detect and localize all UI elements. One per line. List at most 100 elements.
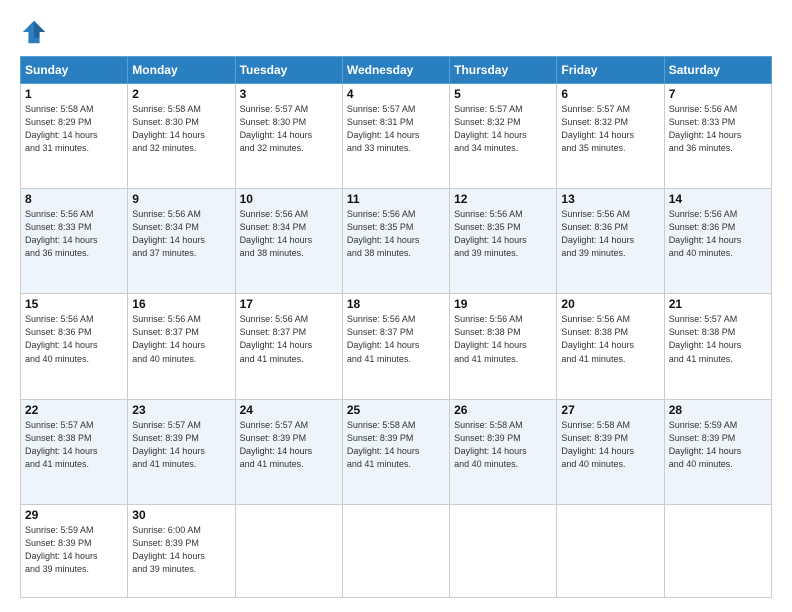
calendar-cell: 23Sunrise: 5:57 AM Sunset: 8:39 PM Dayli… — [128, 399, 235, 504]
day-info: Sunrise: 5:56 AM Sunset: 8:34 PM Dayligh… — [240, 208, 338, 260]
day-number: 16 — [132, 297, 230, 311]
day-info: Sunrise: 5:59 AM Sunset: 8:39 PM Dayligh… — [669, 419, 767, 471]
calendar-cell: 30 Sunrise: 6:00 AM Sunset: 8:39 PM Dayli… — [128, 504, 235, 597]
day-info: Sunrise: 5:57 AM Sunset: 8:39 PM Dayligh… — [132, 419, 230, 471]
day-info: Sunrise: 5:56 AM Sunset: 8:37 PM Dayligh… — [347, 313, 445, 365]
calendar-row-1: 1 Sunrise: 5:58 AM Sunset: 8:29 PM Daylig… — [21, 84, 772, 189]
header-cell-thursday: Thursday — [450, 57, 557, 84]
day-info: Sunrise: 5:56 AM Sunset: 8:38 PM Dayligh… — [561, 313, 659, 365]
calendar-cell: 25 Sunrise: 5:58 AM Sunset: 8:39 PM Dayli… — [342, 399, 449, 504]
day-info: Sunrise: 5:57 AM Sunset: 8:38 PM Dayligh… — [25, 419, 123, 471]
day-number: 2 — [132, 87, 230, 101]
calendar-cell: 3 Sunrise: 5:57 AM Sunset: 8:30 PM Daylig… — [235, 84, 342, 189]
day-info: Sunrise: 5:56 AM Sunset: 8:33 PM Dayligh… — [25, 208, 123, 260]
calendar-cell: 10 Sunrise: 5:56 AM Sunset: 8:34 PM Dayli… — [235, 189, 342, 294]
day-info: Sunrise: 5:56 AM Sunset: 8:33 PM Dayligh… — [669, 103, 767, 155]
day-number: 18 — [347, 297, 445, 311]
day-number: 5 — [454, 87, 552, 101]
day-info: Sunrise: 5:57 AM Sunset: 8:30 PM Dayligh… — [240, 103, 338, 155]
header-cell-tuesday: Tuesday — [235, 57, 342, 84]
calendar-row-2: 8 Sunrise: 5:56 AM Sunset: 8:33 PM Daylig… — [21, 189, 772, 294]
calendar-cell: 24 Sunrise: 5:57 AM Sunset: 8:39 PM Dayli… — [235, 399, 342, 504]
day-info: Sunrise: 5:58 AM Sunset: 8:29 PM Dayligh… — [25, 103, 123, 155]
day-number: 26 — [454, 403, 552, 417]
day-info: Sunrise: 5:56 AM Sunset: 8:36 PM Dayligh… — [25, 313, 123, 365]
calendar-cell — [664, 504, 771, 597]
header-cell-sunday: Sunday — [21, 57, 128, 84]
logo — [20, 18, 52, 46]
calendar-cell: 9Sunrise: 5:56 AM Sunset: 8:34 PM Daylig… — [128, 189, 235, 294]
day-number: 14 — [669, 192, 767, 206]
calendar-cell: 28 Sunrise: 5:59 AM Sunset: 8:39 PM Dayli… — [664, 399, 771, 504]
day-number: 28 — [669, 403, 767, 417]
day-number: 21 — [669, 297, 767, 311]
calendar-cell: 26 Sunrise: 5:58 AM Sunset: 8:39 PM Dayli… — [450, 399, 557, 504]
calendar-cell: 22 Sunrise: 5:57 AM Sunset: 8:38 PM Dayli… — [21, 399, 128, 504]
header-cell-wednesday: Wednesday — [342, 57, 449, 84]
calendar-cell: 5 Sunrise: 5:57 AM Sunset: 8:32 PM Daylig… — [450, 84, 557, 189]
calendar-body: 1 Sunrise: 5:58 AM Sunset: 8:29 PM Daylig… — [21, 84, 772, 598]
day-info: Sunrise: 5:58 AM Sunset: 8:39 PM Dayligh… — [347, 419, 445, 471]
day-info: Sunrise: 5:56 AM Sunset: 8:37 PM Dayligh… — [132, 313, 230, 365]
day-number: 17 — [240, 297, 338, 311]
calendar-cell: 16 Sunrise: 5:56 AM Sunset: 8:37 PM Dayli… — [128, 294, 235, 399]
calendar-cell: 1 Sunrise: 5:58 AM Sunset: 8:29 PM Daylig… — [21, 84, 128, 189]
day-number: 20 — [561, 297, 659, 311]
day-number: 19 — [454, 297, 552, 311]
day-number: 15 — [25, 297, 123, 311]
day-info: Sunrise: 5:57 AM Sunset: 8:32 PM Dayligh… — [561, 103, 659, 155]
day-number: 3 — [240, 87, 338, 101]
calendar-cell: 12 Sunrise: 5:56 AM Sunset: 8:35 PM Dayli… — [450, 189, 557, 294]
day-number: 4 — [347, 87, 445, 101]
calendar-cell — [342, 504, 449, 597]
calendar-cell: 14 Sunrise: 5:56 AM Sunset: 8:36 PM Dayli… — [664, 189, 771, 294]
calendar-row-5: 29Sunrise: 5:59 AM Sunset: 8:39 PM Dayli… — [21, 504, 772, 597]
calendar-cell: 18 Sunrise: 5:56 AM Sunset: 8:37 PM Dayli… — [342, 294, 449, 399]
header-cell-saturday: Saturday — [664, 57, 771, 84]
day-info: Sunrise: 5:56 AM Sunset: 8:36 PM Dayligh… — [561, 208, 659, 260]
header-cell-monday: Monday — [128, 57, 235, 84]
calendar-cell: 11Sunrise: 5:56 AM Sunset: 8:35 PM Dayli… — [342, 189, 449, 294]
calendar-header-row: SundayMondayTuesdayWednesdayThursdayFrid… — [21, 57, 772, 84]
day-info: Sunrise: 5:56 AM Sunset: 8:37 PM Dayligh… — [240, 313, 338, 365]
calendar-cell: 13Sunrise: 5:56 AM Sunset: 8:36 PM Dayli… — [557, 189, 664, 294]
day-number: 12 — [454, 192, 552, 206]
day-number: 9 — [132, 192, 230, 206]
day-number: 10 — [240, 192, 338, 206]
day-info: Sunrise: 5:57 AM Sunset: 8:31 PM Dayligh… — [347, 103, 445, 155]
day-number: 24 — [240, 403, 338, 417]
calendar-cell: 15 Sunrise: 5:56 AM Sunset: 8:36 PM Dayli… — [21, 294, 128, 399]
calendar-cell — [557, 504, 664, 597]
day-number: 22 — [25, 403, 123, 417]
day-info: Sunrise: 5:57 AM Sunset: 8:39 PM Dayligh… — [240, 419, 338, 471]
day-info: Sunrise: 5:57 AM Sunset: 8:32 PM Dayligh… — [454, 103, 552, 155]
day-info: Sunrise: 5:56 AM Sunset: 8:35 PM Dayligh… — [454, 208, 552, 260]
calendar-cell: 8 Sunrise: 5:56 AM Sunset: 8:33 PM Daylig… — [21, 189, 128, 294]
day-info: Sunrise: 5:56 AM Sunset: 8:35 PM Dayligh… — [347, 208, 445, 260]
calendar-row-4: 22 Sunrise: 5:57 AM Sunset: 8:38 PM Dayli… — [21, 399, 772, 504]
day-number: 1 — [25, 87, 123, 101]
calendar-row-3: 15 Sunrise: 5:56 AM Sunset: 8:36 PM Dayli… — [21, 294, 772, 399]
header-cell-friday: Friday — [557, 57, 664, 84]
day-number: 8 — [25, 192, 123, 206]
page: SundayMondayTuesdayWednesdayThursdayFrid… — [0, 0, 792, 612]
day-info: Sunrise: 5:57 AM Sunset: 8:38 PM Dayligh… — [669, 313, 767, 365]
day-number: 27 — [561, 403, 659, 417]
logo-icon — [20, 18, 48, 46]
day-info: Sunrise: 5:56 AM Sunset: 8:38 PM Dayligh… — [454, 313, 552, 365]
day-number: 25 — [347, 403, 445, 417]
day-info: Sunrise: 5:58 AM Sunset: 8:39 PM Dayligh… — [561, 419, 659, 471]
calendar-cell: 7Sunrise: 5:56 AM Sunset: 8:33 PM Daylig… — [664, 84, 771, 189]
day-info: Sunrise: 5:56 AM Sunset: 8:36 PM Dayligh… — [669, 208, 767, 260]
day-number: 6 — [561, 87, 659, 101]
calendar-cell: 17 Sunrise: 5:56 AM Sunset: 8:37 PM Dayli… — [235, 294, 342, 399]
calendar-cell: 6 Sunrise: 5:57 AM Sunset: 8:32 PM Daylig… — [557, 84, 664, 189]
calendar-cell: 27 Sunrise: 5:58 AM Sunset: 8:39 PM Dayli… — [557, 399, 664, 504]
day-number: 30 — [132, 508, 230, 522]
header — [20, 18, 772, 46]
calendar-cell: 2Sunrise: 5:58 AM Sunset: 8:30 PM Daylig… — [128, 84, 235, 189]
calendar-cell — [235, 504, 342, 597]
day-info: Sunrise: 6:00 AM Sunset: 8:39 PM Dayligh… — [132, 524, 230, 576]
calendar-cell: 21 Sunrise: 5:57 AM Sunset: 8:38 PM Dayli… — [664, 294, 771, 399]
day-info: Sunrise: 5:58 AM Sunset: 8:39 PM Dayligh… — [454, 419, 552, 471]
